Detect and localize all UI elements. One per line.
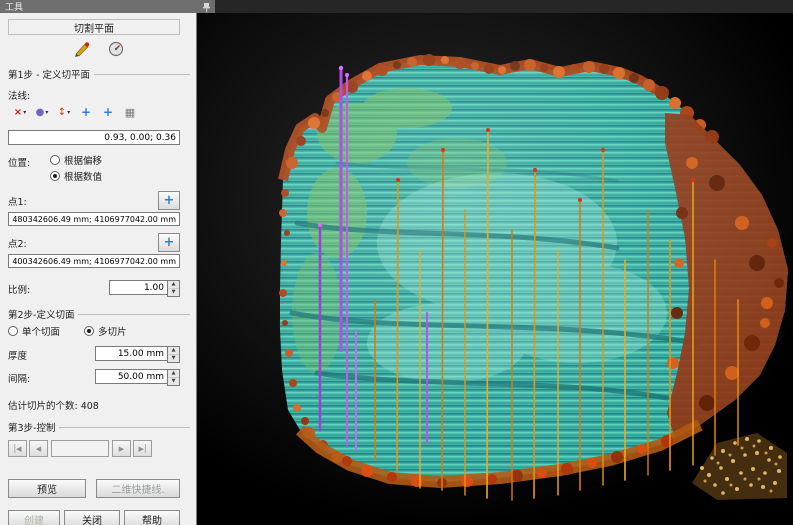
- dropdown-icon: ▾: [45, 109, 48, 116]
- app-window: 工具 切割平面: [0, 0, 793, 525]
- point2-label: 点2:: [8, 236, 27, 250]
- point2-input[interactable]: [8, 254, 180, 268]
- edit-plane-button[interactable]: [71, 40, 93, 58]
- playback-row: | ◀ ◀ ▶ ▶ |: [8, 440, 180, 457]
- 3d-viewport[interactable]: [197, 13, 793, 525]
- step-back-icon: ◀: [36, 445, 41, 453]
- radio-single-section[interactable]: 单个切面: [8, 324, 60, 338]
- ratio-row: 比例: ▲ ▼: [8, 280, 180, 297]
- spacing-spin-buttons: ▲ ▼: [167, 369, 180, 386]
- point1-row: 点1: +: [8, 191, 180, 210]
- normal-sphere-button[interactable]: ● ▾: [32, 103, 52, 121]
- move-arrows-icon: +: [81, 107, 91, 117]
- thickness-row: 厚度 ▲ ▼: [8, 346, 180, 363]
- normal-invert-button[interactable]: × ▾: [10, 103, 30, 121]
- spacing-label: 间隔:: [8, 371, 30, 385]
- point-cloud-rendering: [197, 13, 793, 525]
- spin-up-icon[interactable]: ▲: [168, 347, 179, 355]
- pick-point1-button[interactable]: +: [158, 191, 180, 210]
- pick-cross-icon: +: [164, 237, 175, 249]
- point1-input[interactable]: [8, 212, 180, 226]
- spin-down-icon[interactable]: ▼: [168, 289, 179, 296]
- normal-toolbar: × ▾ ● ▾ ↕ ▾ + + ▦: [10, 103, 190, 121]
- create-button[interactable]: 创建: [8, 510, 60, 525]
- ratio-spinner: ▲ ▼: [109, 280, 180, 297]
- step3-header: 第3步-控制: [8, 420, 190, 434]
- radio-by-offset[interactable]: 根据偏移: [50, 153, 102, 167]
- help-button[interactable]: 帮助: [124, 510, 180, 525]
- step-fwd-icon: ▶: [119, 445, 124, 453]
- section-type-radios: 单个切面 多切片: [8, 324, 180, 338]
- position-radios: 根据偏移 根据数值: [50, 153, 102, 183]
- spacing-row: 间隔: ▲ ▼: [8, 369, 180, 386]
- panel-titlebar[interactable]: 工具: [0, 0, 215, 13]
- point1-label: 点1:: [8, 194, 27, 208]
- ratio-spin-buttons: ▲ ▼: [167, 280, 180, 297]
- normal-value-input[interactable]: [8, 130, 180, 145]
- value-table-button[interactable]: ▦: [120, 103, 140, 121]
- next-slice-button[interactable]: ▶: [112, 440, 131, 457]
- point2-row: 点2: +: [8, 233, 180, 252]
- first-slice-button[interactable]: | ◀: [8, 440, 27, 457]
- mode-toolbar: [8, 40, 190, 58]
- ratio-label: 比例:: [8, 282, 30, 296]
- slice-count-estimate: 估计切片的个数: 408: [8, 398, 190, 412]
- radio-multi-slice[interactable]: 多切片: [84, 324, 127, 338]
- move-arrows-icon: +: [103, 107, 113, 117]
- radio-circle-selected[interactable]: [50, 171, 60, 181]
- ratio-input[interactable]: [109, 280, 167, 295]
- wand-icon: [73, 41, 91, 57]
- pick-cross-icon: +: [164, 195, 175, 207]
- cutting-plane-header[interactable]: 切割平面: [8, 19, 180, 35]
- normal-flip-button[interactable]: ↕ ▾: [54, 103, 74, 121]
- step-back-icon: ◀: [16, 445, 21, 453]
- flip-icon: ↕: [58, 107, 66, 118]
- invert-normal-icon: ×: [14, 107, 22, 118]
- radio-circle[interactable]: [8, 326, 18, 336]
- step1-header: 第1步 - 定义切平面: [8, 67, 190, 81]
- compass-button[interactable]: [105, 40, 127, 58]
- align-vertical-button[interactable]: +: [98, 103, 118, 121]
- compass-icon: [108, 41, 124, 57]
- normal-label: 法线:: [8, 88, 30, 102]
- last-slice-button[interactable]: ▶ |: [133, 440, 152, 457]
- dropdown-icon: ▾: [67, 109, 70, 116]
- position-label: 位置:: [8, 155, 50, 169]
- radio-circle[interactable]: [50, 155, 60, 165]
- spin-up-icon[interactable]: ▲: [168, 370, 179, 378]
- slice-position-input[interactable]: [51, 440, 109, 457]
- preview-button[interactable]: 预览: [8, 479, 86, 498]
- pick-point2-button[interactable]: +: [158, 233, 180, 252]
- position-row: 位置: 根据偏移 根据数值: [8, 153, 180, 183]
- thickness-spinner: ▲ ▼: [95, 346, 180, 363]
- thickness-label: 厚度: [8, 348, 27, 362]
- step2-header: 第2步-定义切面: [8, 307, 190, 321]
- spin-down-icon[interactable]: ▼: [168, 355, 179, 362]
- dropdown-icon: ▾: [23, 109, 26, 116]
- spacing-input[interactable]: [95, 369, 167, 384]
- thickness-spin-buttons: ▲ ▼: [167, 346, 180, 363]
- prev-slice-button[interactable]: ◀: [29, 440, 48, 457]
- panel-title: 工具: [5, 0, 23, 13]
- dialog-buttons-row: 创建 关闭 帮助: [8, 510, 180, 525]
- spin-up-icon[interactable]: ▲: [168, 281, 179, 289]
- thickness-input[interactable]: [95, 346, 167, 361]
- polyline-button[interactable]: 二维快捷线.: [96, 479, 180, 498]
- close-button[interactable]: 关闭: [64, 510, 120, 525]
- preview-row: 预览 二维快捷线.: [8, 479, 180, 498]
- spin-down-icon[interactable]: ▼: [168, 378, 179, 385]
- pin-icon[interactable]: [202, 2, 211, 12]
- align-horizontal-button[interactable]: +: [76, 103, 96, 121]
- radio-by-values[interactable]: 根据数值: [50, 169, 102, 183]
- grid-icon: ▦: [125, 106, 135, 119]
- tool-panel: 切割平面 第1步 - 定义切平面 法线:: [0, 13, 197, 525]
- sphere-icon: ●: [36, 107, 45, 118]
- radio-circle-selected[interactable]: [84, 326, 94, 336]
- normal-label-row: 法线:: [8, 88, 180, 102]
- spacing-spinner: ▲ ▼: [95, 369, 180, 386]
